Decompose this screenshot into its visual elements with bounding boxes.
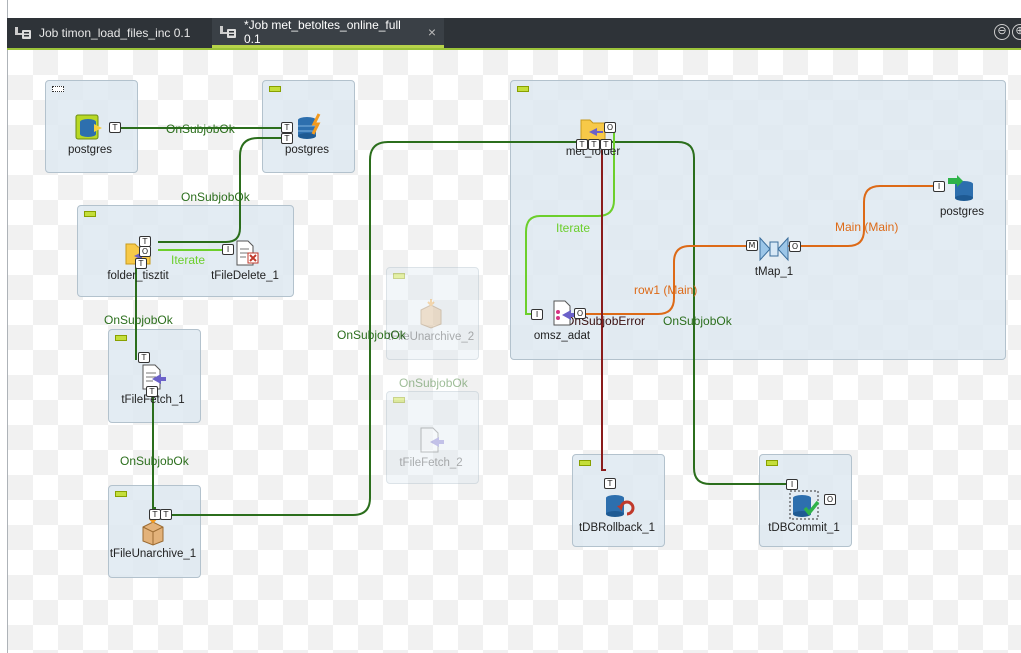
component-label: tFileUnarchive_2 [387, 331, 475, 343]
job-icon [220, 25, 236, 38]
link-label[interactable]: Iterate [556, 221, 590, 235]
component-omsz-adat[interactable]: omsz_adat [517, 298, 607, 342]
component-file-unarchive-1[interactable]: tFileUnarchive_1 [108, 516, 198, 560]
db-output-icon [948, 175, 973, 201]
port-trigger[interactable]: T [146, 386, 158, 397]
port-main-input[interactable]: M [746, 240, 758, 251]
link-label[interactable]: OnSubjobOk [104, 313, 173, 327]
component-label: tDBRollback_1 [578, 522, 656, 534]
component-label: tFileDelete_1 [211, 270, 279, 282]
component-file-delete[interactable]: tFileDelete_1 [200, 238, 290, 282]
editor-tab-bar: Job timon_load_files_inc 0.1 *Job met_be… [7, 18, 1021, 50]
db-rollback-icon [606, 495, 635, 517]
component-db-rollback[interactable]: tDBRollback_1 [572, 490, 662, 534]
port-trigger[interactable]: T [588, 139, 600, 150]
link-onsubjobok [166, 141, 788, 516]
component-label: omsz_adat [533, 330, 591, 342]
port-trigger[interactable]: T [281, 122, 293, 133]
link-label[interactable]: OnSubjobOk [181, 190, 250, 204]
file-fetch-icon [420, 427, 444, 453]
maximize-icon[interactable]: ⊕ [1012, 24, 1021, 40]
component-met-folder[interactable]: met_folder [548, 114, 638, 158]
component-file-unarchive-2[interactable]: tFileUnarchive_2 [386, 299, 476, 343]
component-postgres-output[interactable]: postgres [917, 174, 1007, 218]
component-tmap[interactable]: tMap_1 [729, 234, 819, 278]
link-label[interactable]: OnSubjobOk [663, 314, 732, 328]
port-output[interactable]: O [139, 246, 151, 257]
component-label: postgres [284, 144, 330, 156]
tab-job-timon[interactable]: Job timon_load_files_inc 0.1 [7, 18, 212, 48]
close-icon[interactable]: × [428, 24, 436, 40]
job-icon [15, 27, 31, 39]
port-trigger[interactable]: T [138, 352, 150, 363]
port-trigger[interactable]: T [135, 258, 147, 269]
link-row1 [583, 245, 750, 315]
db-connection-icon [298, 113, 321, 139]
component-label: folder_tisztit [107, 270, 169, 282]
port-input[interactable]: I [933, 181, 945, 192]
component-postgres-connection[interactable]: postgres [262, 112, 352, 156]
db-commit-icon [789, 490, 820, 520]
link-label[interactable]: OnSubjobOk [120, 454, 189, 468]
port-trigger[interactable]: T [160, 509, 172, 520]
link-label[interactable]: OnSubjobOk [399, 376, 468, 390]
link-label[interactable]: row1 (Main) [634, 283, 697, 297]
component-postgres-input[interactable]: postgres [45, 112, 135, 156]
port-trigger[interactable]: T [281, 133, 293, 144]
component-file-fetch-1[interactable]: tFileFetch_1 [108, 362, 198, 406]
port-trigger[interactable]: T [109, 122, 121, 133]
file-unarchive-icon [142, 516, 164, 546]
port-output[interactable]: O [824, 494, 836, 505]
port-trigger[interactable]: T [600, 139, 612, 150]
port-input[interactable]: I [222, 244, 234, 255]
port-output[interactable]: O [574, 308, 586, 319]
port-output[interactable]: O [604, 122, 616, 133]
tab-label: Job timon_load_files_inc 0.1 [39, 26, 191, 40]
component-label: tMap_1 [754, 266, 794, 278]
link-label[interactable]: OnSubjobOk [166, 122, 235, 136]
link-label[interactable]: Main (Main) [835, 220, 898, 234]
component-label: tFileUnarchive_1 [109, 548, 197, 560]
component-label: tFileFetch_2 [399, 457, 463, 469]
connection-layer [118, 127, 933, 516]
component-file-fetch-2[interactable]: tFileFetch_2 [386, 425, 476, 469]
component-label: postgres [67, 144, 113, 156]
file-unarchive-icon [420, 299, 442, 329]
port-input[interactable]: I [531, 309, 543, 320]
port-trigger[interactable]: T [604, 478, 616, 489]
link-onsubjobok [152, 388, 156, 514]
port-input[interactable]: I [786, 479, 798, 490]
tmap-icon [759, 236, 789, 262]
tab-job-met-betoltes[interactable]: *Job met_betoltes_online_full 0.1 × [212, 18, 444, 48]
job-design-canvas[interactable]: OnSubjobOk OnSubjobOk Iterate OnSubjobOk… [8, 50, 1021, 653]
minimize-icon[interactable]: ⊖ [994, 24, 1010, 40]
component-label: postgres [939, 206, 985, 218]
component-label: tDBCommit_1 [768, 522, 840, 534]
db-input-icon [75, 114, 102, 140]
port-output[interactable]: O [789, 241, 801, 252]
tab-label: *Job met_betoltes_online_full 0.1 [244, 17, 401, 46]
port-trigger[interactable]: T [576, 139, 588, 150]
